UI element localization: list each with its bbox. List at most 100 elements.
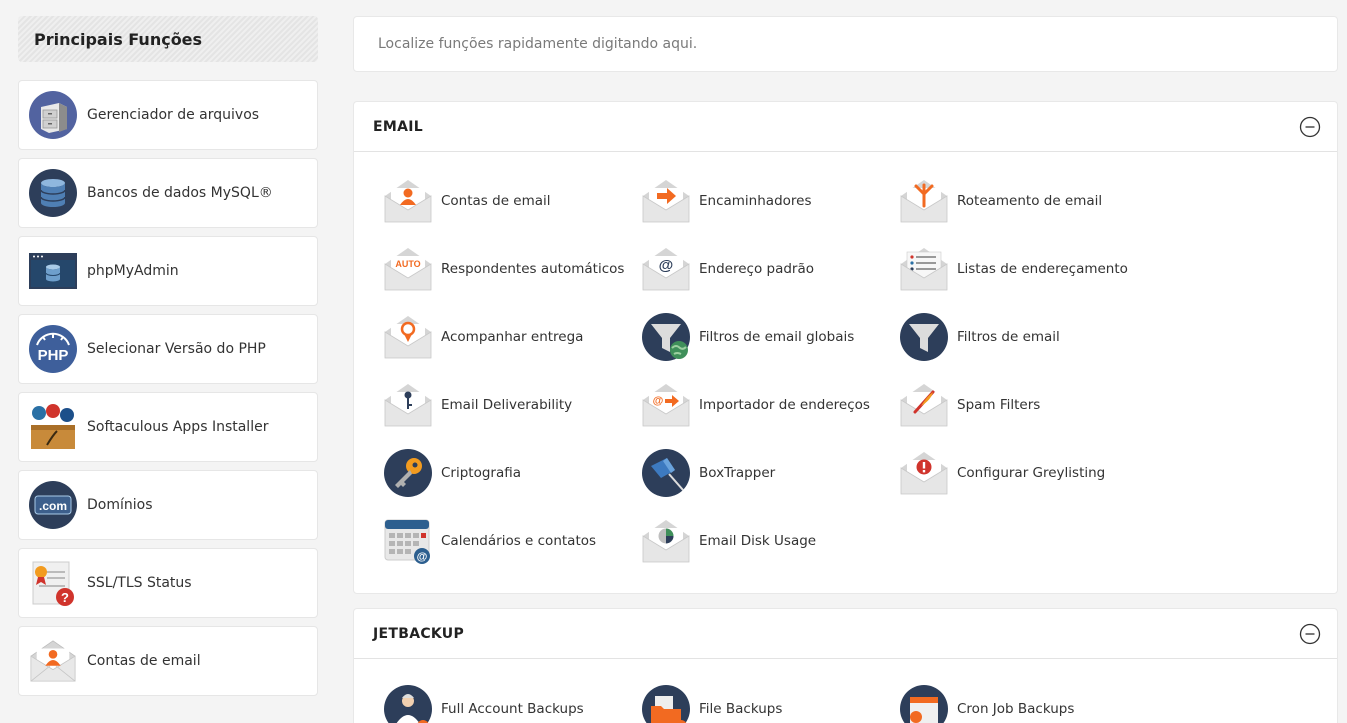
collapse-icon[interactable] xyxy=(1299,623,1321,645)
tool-label: Roteamento de email xyxy=(957,193,1103,209)
dotcom-icon: .com xyxy=(29,481,77,529)
sidebar: Principais Funções Gerenciador de arquiv… xyxy=(18,16,318,696)
at-sign-icon: @ xyxy=(642,248,690,291)
tool-cron-job-backups[interactable]: Cron Job Backups xyxy=(899,684,1157,723)
collapse-icon[interactable] xyxy=(1299,116,1321,138)
tool-email-deliverability[interactable]: Email Deliverability xyxy=(383,380,641,430)
sidebar-item-file-manager[interactable]: Gerenciador de arquivos xyxy=(18,80,318,150)
tool-label: File Backups xyxy=(699,701,783,717)
spam-feather-icon xyxy=(900,384,948,427)
forward-arrow-icon xyxy=(642,180,690,223)
global-filter-icon xyxy=(642,313,690,361)
tool-label: Criptografia xyxy=(441,465,522,481)
sidebar-item-mysql[interactable]: Bancos de dados MySQL® xyxy=(18,158,318,228)
tool-label: Calendários e contatos xyxy=(441,533,597,549)
greylisting-alert-icon xyxy=(900,452,948,495)
tool-greylisting[interactable]: Configurar Greylisting xyxy=(899,448,1157,498)
sidebar-item-label: Selecionar Versão do PHP xyxy=(87,341,266,357)
softaculous-icon xyxy=(31,404,75,449)
email-account-icon xyxy=(30,640,76,682)
encryption-key-icon xyxy=(384,449,432,497)
sidebar-item-label: Contas de email xyxy=(87,653,201,669)
tool-encryption[interactable]: Criptografia xyxy=(383,448,641,498)
sidebar-item-softaculous[interactable]: Softaculous Apps Installer xyxy=(18,392,318,462)
tool-email-routing[interactable]: Roteamento de email xyxy=(899,176,1157,226)
filter-funnel-icon xyxy=(900,313,948,361)
tool-label: Email Disk Usage xyxy=(699,533,817,549)
pie-chart-icon xyxy=(642,520,690,563)
location-pin-icon xyxy=(384,316,432,359)
email-panel-header: EMAIL xyxy=(354,102,1337,152)
tool-label: BoxTrapper xyxy=(699,465,776,481)
sidebar-item-ssl-status[interactable]: ? SSL/TLS Status xyxy=(18,548,318,618)
email-panel-title: EMAIL xyxy=(373,118,423,135)
search-bar xyxy=(353,16,1338,72)
tool-label: Endereço padrão xyxy=(699,261,814,277)
sidebar-item-label: Bancos de dados MySQL® xyxy=(87,185,273,201)
sidebar-title: Principais Funções xyxy=(18,16,318,62)
folder-backup-icon xyxy=(642,685,690,723)
tool-file-backups[interactable]: File Backups xyxy=(641,684,899,723)
search-input[interactable] xyxy=(378,17,1313,71)
file-cabinet-icon xyxy=(29,91,77,139)
tool-spam-filters[interactable]: Spam Filters xyxy=(899,380,1157,430)
tool-email-disk-usage[interactable]: Email Disk Usage xyxy=(641,516,899,566)
sidebar-item-domains[interactable]: .com Domínios xyxy=(18,470,318,540)
tool-label: Cron Job Backups xyxy=(957,701,1075,717)
tool-autoresponders[interactable]: AUTO Respondentes automáticos xyxy=(383,244,641,294)
tool-label: Filtros de email globais xyxy=(699,329,855,345)
svg-text:@: @ xyxy=(417,551,428,563)
svg-text:AUTO: AUTO xyxy=(395,259,420,269)
svg-text:@: @ xyxy=(653,395,664,407)
tool-label: Importador de endereços xyxy=(699,397,870,413)
svg-text:PHP: PHP xyxy=(38,347,69,364)
tool-address-importer[interactable]: @ Importador de endereços xyxy=(641,380,899,430)
import-address-icon: @ xyxy=(642,384,690,427)
tool-full-account-backups[interactable]: Full Account Backups xyxy=(383,684,641,723)
tool-forwarders[interactable]: Encaminhadores xyxy=(641,176,899,226)
jetbackup-tools-grid: Full Account Backups File Backups Cron J… xyxy=(354,659,1337,723)
sidebar-item-label: Domínios xyxy=(87,497,153,513)
svg-text:.com: .com xyxy=(39,499,67,513)
sidebar-item-label: SSL/TLS Status xyxy=(87,575,192,591)
autoresponder-icon: AUTO xyxy=(384,248,432,291)
jetbackup-panel-header: JETBACKUP xyxy=(354,609,1337,659)
sidebar-item-label: Softaculous Apps Installer xyxy=(87,419,269,435)
email-account-icon xyxy=(384,180,432,223)
sidebar-item-php-version[interactable]: PHP Selecionar Versão do PHP xyxy=(18,314,318,384)
account-backup-icon xyxy=(384,685,432,723)
jetbackup-panel: JETBACKUP Full Account Backups File Back… xyxy=(353,608,1338,723)
email-tools-grid: Contas de email Encaminhadores Roteament… xyxy=(354,152,1337,584)
certificate-icon: ? xyxy=(32,561,74,606)
svg-text:?: ? xyxy=(61,590,69,605)
email-panel: EMAIL Contas de email Encaminhadores Rot… xyxy=(353,101,1338,594)
tool-label: Respondentes automáticos xyxy=(441,261,625,277)
tool-label: Spam Filters xyxy=(957,397,1041,413)
routing-icon xyxy=(900,180,948,223)
tool-label: Acompanhar entrega xyxy=(441,329,584,345)
php-icon: PHP xyxy=(29,325,77,373)
tool-mailing-lists[interactable]: Listas de endereçamento xyxy=(899,244,1157,294)
calendar-icon: @ xyxy=(384,519,430,564)
tool-boxtrapper[interactable]: BoxTrapper xyxy=(641,448,899,498)
tool-global-email-filters[interactable]: Filtros de email globais xyxy=(641,312,899,362)
tool-email-accounts[interactable]: Contas de email xyxy=(383,176,641,226)
sidebar-item-email-accounts[interactable]: Contas de email xyxy=(18,626,318,696)
database-icon xyxy=(29,169,77,217)
tool-label: Filtros de email xyxy=(957,329,1060,345)
sidebar-item-label: Gerenciador de arquivos xyxy=(87,107,260,123)
sidebar-item-label: phpMyAdmin xyxy=(87,263,179,279)
boxtrapper-icon xyxy=(642,449,690,497)
tool-track-delivery[interactable]: Acompanhar entrega xyxy=(383,312,641,362)
cron-backup-icon xyxy=(900,685,948,723)
tool-label: Email Deliverability xyxy=(441,397,573,413)
tool-label: Full Account Backups xyxy=(441,701,584,717)
phpmyadmin-icon xyxy=(29,253,77,289)
tool-calendars-contacts[interactable]: @ Calendários e contatos xyxy=(383,516,641,566)
jetbackup-panel-title: JETBACKUP xyxy=(373,625,465,642)
sidebar-item-phpmyadmin[interactable]: phpMyAdmin xyxy=(18,236,318,306)
tool-default-address[interactable]: @ Endereço padrão xyxy=(641,244,899,294)
tool-email-filters[interactable]: Filtros de email xyxy=(899,312,1157,362)
svg-text:@: @ xyxy=(659,257,674,274)
tool-label: Encaminhadores xyxy=(699,193,812,209)
